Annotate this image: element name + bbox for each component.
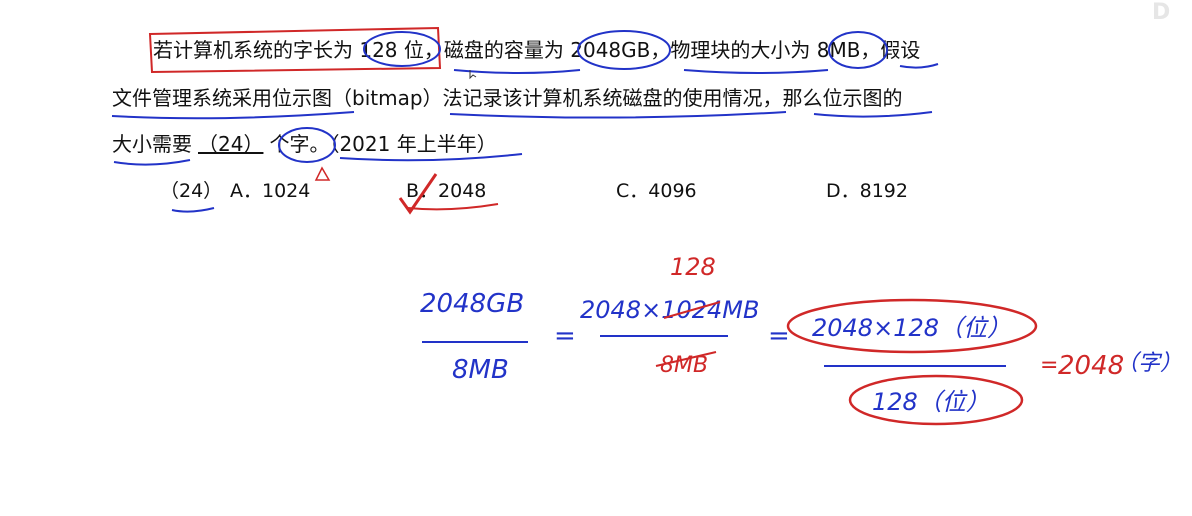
circle-8mb <box>828 31 888 69</box>
equals-3: = <box>1040 353 1058 378</box>
frac2-above: 128 <box>670 253 716 281</box>
underline-1 <box>453 63 939 74</box>
circle-2048gb <box>577 30 671 70</box>
frac1-numerator: 2048GB <box>420 289 524 319</box>
underline-2 <box>111 111 933 120</box>
equals-2: = <box>768 321 790 351</box>
circle-word <box>278 127 336 163</box>
circle-128-bit <box>363 31 441 67</box>
underline-3 <box>113 153 523 166</box>
frac3-denominator: 128（位） <box>872 388 990 416</box>
result-unit: （字） <box>1116 351 1182 376</box>
check-mark-icon <box>398 173 438 215</box>
triangle-mark-icon <box>314 166 331 181</box>
frac2-numerator: 2048×1024MB <box>580 296 759 324</box>
result-number: 2048 <box>1058 351 1124 381</box>
annotation-layer: 2048GB 8MB = 128 2048×1024MB 8MB = 2048×… <box>111 26 1182 426</box>
red-underline-option-b <box>407 203 499 211</box>
frac3-numerator: 2048×128（位） <box>812 314 1011 342</box>
underline-option-number <box>171 207 215 213</box>
frac2-denominator: 8MB <box>660 353 708 378</box>
equals-1: = <box>554 321 576 351</box>
frac1-denominator: 8MB <box>452 355 509 385</box>
